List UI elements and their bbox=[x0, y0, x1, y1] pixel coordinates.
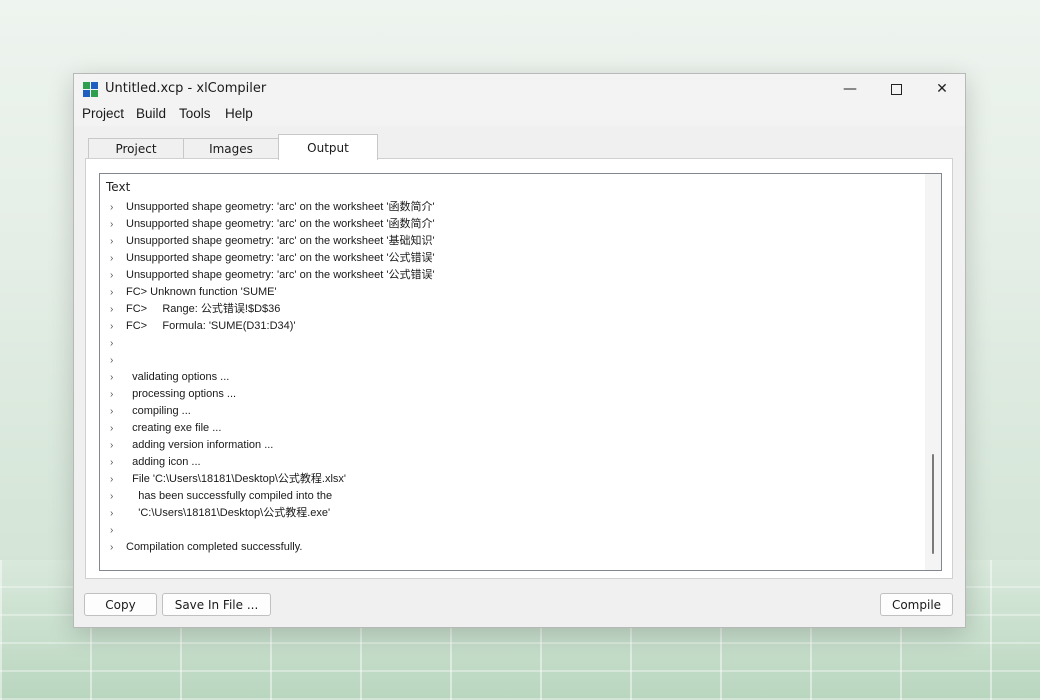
menu-bar: Project Build Tools Help bbox=[74, 104, 965, 126]
output-row[interactable]: › bbox=[110, 522, 126, 539]
tab-images[interactable]: Images bbox=[183, 138, 279, 159]
output-row-text: adding icon ... bbox=[126, 456, 201, 468]
chevron-right-icon: › bbox=[110, 287, 114, 298]
close-button[interactable]: ✕ bbox=[919, 74, 965, 104]
output-row[interactable]: › Unsupported shape geometry: 'arc' on th… bbox=[110, 250, 435, 267]
output-row-text: creating exe file ... bbox=[126, 422, 222, 434]
output-row[interactable]: › FC> Unknown function 'SUME' bbox=[110, 284, 277, 301]
tab-strip: Project Images Output bbox=[86, 134, 953, 160]
menu-tools[interactable]: Tools bbox=[179, 106, 211, 121]
output-row-text: has been successfully compiled into the bbox=[126, 490, 333, 502]
scrollbar-thumb[interactable] bbox=[932, 454, 934, 554]
minimize-icon: — bbox=[843, 81, 857, 97]
compile-button[interactable]: Compile bbox=[880, 593, 953, 616]
menu-project[interactable]: Project bbox=[82, 106, 124, 121]
maximize-icon bbox=[890, 83, 902, 95]
tab-output[interactable]: Output bbox=[278, 134, 378, 160]
output-row[interactable]: › Unsupported shape geometry: 'arc' on th… bbox=[110, 267, 435, 284]
chevron-right-icon: › bbox=[110, 236, 114, 247]
output-row[interactable]: › bbox=[110, 335, 126, 352]
output-row[interactable]: › File 'C:\Users\18181\Desktop\公式教程.xlsx… bbox=[110, 471, 346, 488]
chevron-right-icon: › bbox=[110, 219, 114, 230]
output-row-text: adding version information ... bbox=[126, 439, 274, 451]
save-in-file-button[interactable]: Save In File ... bbox=[162, 593, 271, 616]
output-row-text: validating options ... bbox=[126, 371, 230, 383]
output-row-text: processing options ... bbox=[126, 388, 237, 400]
output-row[interactable]: › 'C:\Users\18181\Desktop\公式教程.exe' bbox=[110, 505, 330, 522]
output-row[interactable]: › Unsupported shape geometry: 'arc' on th… bbox=[110, 199, 435, 216]
maximize-button[interactable] bbox=[873, 74, 919, 104]
output-row-text: File 'C:\Users\18181\Desktop\公式教程.xlsx' bbox=[126, 473, 346, 485]
chevron-right-icon: › bbox=[110, 304, 114, 315]
output-row-text: Unsupported shape geometry: 'arc' on the… bbox=[126, 235, 435, 247]
window-title: Untitled.xcp - xlCompiler bbox=[105, 81, 267, 96]
output-row-text: Unsupported shape geometry: 'arc' on the… bbox=[126, 269, 435, 281]
output-row-text: FC> Unknown function 'SUME' bbox=[126, 286, 277, 298]
output-row[interactable]: › adding version information ... bbox=[110, 437, 273, 454]
chevron-right-icon: › bbox=[110, 474, 114, 485]
chevron-right-icon: › bbox=[110, 525, 114, 536]
output-row-text: Unsupported shape geometry: 'arc' on the… bbox=[126, 252, 435, 264]
copy-button[interactable]: Copy bbox=[84, 593, 157, 616]
chevron-right-icon: › bbox=[110, 457, 114, 468]
chevron-right-icon: › bbox=[110, 338, 114, 349]
output-row[interactable]: › adding icon ... bbox=[110, 454, 201, 471]
chevron-right-icon: › bbox=[110, 406, 114, 417]
output-row[interactable]: › Unsupported shape geometry: 'arc' on th… bbox=[110, 233, 435, 250]
tab-project[interactable]: Project bbox=[88, 138, 184, 159]
chevron-right-icon: › bbox=[110, 508, 114, 519]
chevron-right-icon: › bbox=[110, 440, 114, 451]
chevron-right-icon: › bbox=[110, 372, 114, 383]
close-icon: ✕ bbox=[936, 81, 948, 97]
app-logo-icon bbox=[83, 82, 98, 97]
chevron-right-icon: › bbox=[110, 491, 114, 502]
output-row-text: 'C:\Users\18181\Desktop\公式教程.exe' bbox=[126, 507, 331, 519]
chevron-right-icon: › bbox=[110, 202, 114, 213]
output-list[interactable]: Text › Unsupported shape geometry: 'arc' … bbox=[99, 173, 942, 571]
output-row[interactable]: › bbox=[110, 352, 126, 369]
output-row[interactable]: › Unsupported shape geometry: 'arc' on th… bbox=[110, 216, 435, 233]
chevron-right-icon: › bbox=[110, 389, 114, 400]
output-row[interactable]: › validating options ... bbox=[110, 369, 229, 386]
chevron-right-icon: › bbox=[110, 253, 114, 264]
output-row[interactable]: › compiling ... bbox=[110, 403, 191, 420]
column-header-text: Text bbox=[106, 180, 131, 194]
output-row[interactable]: › has been successfully compiled into th… bbox=[110, 488, 332, 505]
chevron-right-icon: › bbox=[110, 423, 114, 434]
output-row-text: Unsupported shape geometry: 'arc' on the… bbox=[126, 201, 435, 213]
output-row-text: FC> Range: 公式错误!$D$36 bbox=[126, 303, 281, 315]
minimize-button[interactable]: — bbox=[827, 74, 873, 104]
output-row-text: Unsupported shape geometry: 'arc' on the… bbox=[126, 218, 435, 230]
output-row[interactable]: › FC> Formula: 'SUME(D31:D34)' bbox=[110, 318, 296, 335]
menu-build[interactable]: Build bbox=[136, 106, 166, 121]
output-row[interactable]: › Compilation completed successfully. bbox=[110, 539, 302, 556]
output-row[interactable]: › creating exe file ... bbox=[110, 420, 221, 437]
output-tab-panel: Text › Unsupported shape geometry: 'arc' … bbox=[85, 158, 953, 579]
title-bar[interactable]: Untitled.xcp - xlCompiler — ✕ bbox=[74, 74, 965, 104]
chevron-right-icon: › bbox=[110, 542, 114, 553]
chevron-right-icon: › bbox=[110, 321, 114, 332]
chevron-right-icon: › bbox=[110, 270, 114, 281]
output-row-text: compiling ... bbox=[126, 405, 191, 417]
output-row-text: FC> Formula: 'SUME(D31:D34)' bbox=[126, 320, 296, 332]
output-row[interactable]: › FC> Range: 公式错误!$D$36 bbox=[110, 301, 280, 318]
app-window: Untitled.xcp - xlCompiler — ✕ Project Bu… bbox=[73, 73, 966, 628]
menu-help[interactable]: Help bbox=[225, 106, 253, 121]
chevron-right-icon: › bbox=[110, 355, 114, 366]
output-row[interactable]: › processing options ... bbox=[110, 386, 236, 403]
vertical-scrollbar[interactable] bbox=[925, 174, 941, 570]
output-row-text: Compilation completed successfully. bbox=[126, 541, 303, 553]
